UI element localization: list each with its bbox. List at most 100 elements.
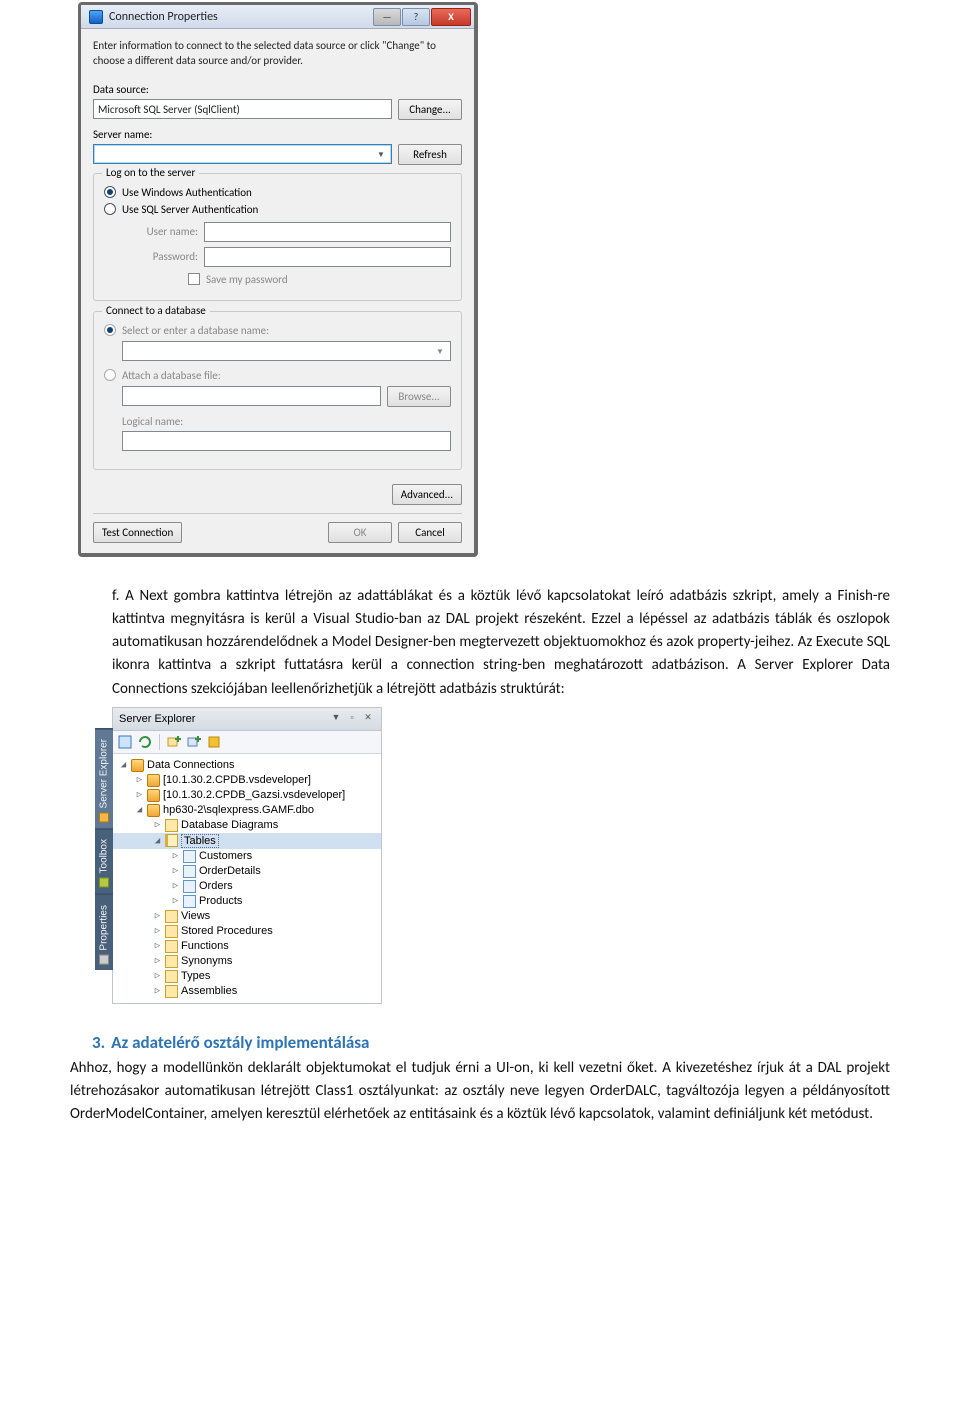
db-icon (147, 774, 160, 787)
folder-open-icon (165, 834, 178, 847)
stop-icon[interactable] (206, 734, 222, 750)
folder-icon (165, 985, 178, 998)
connect-db-group: Connect to a database Select or enter a … (93, 311, 462, 470)
node-conn-2[interactable]: ▷ [10.1.30.2.CPDB_Gazsi.vsdeveloper] (113, 788, 381, 803)
collapse-icon[interactable]: ◢ (135, 806, 144, 815)
expand-icon[interactable]: ▷ (135, 776, 144, 785)
change-button[interactable]: Change... (398, 99, 462, 120)
add-connection-icon[interactable] (166, 734, 182, 750)
logical-name-label: Logical name: (122, 415, 451, 428)
node-views[interactable]: ▷ Views (113, 909, 381, 924)
server-explorer-icon (99, 812, 109, 822)
add-server-icon[interactable] (186, 734, 202, 750)
table-icon (183, 850, 196, 863)
toolbox-icon (99, 878, 109, 888)
titlebar[interactable]: Connection Properties — ? X (81, 5, 474, 29)
logon-legend: Log on to the server (102, 166, 199, 179)
table-icon (183, 895, 196, 908)
folder-icon (165, 910, 178, 923)
app-icon (89, 10, 103, 24)
checkbox-icon (188, 273, 200, 285)
dialog-title: Connection Properties (109, 10, 372, 24)
node-types[interactable]: ▷ Types (113, 969, 381, 984)
data-source-input[interactable]: Microsoft SQL Server (SqlClient) (93, 99, 392, 119)
node-sp[interactable]: ▷ Stored Procedures (113, 924, 381, 939)
server-explorer-panel: Server Explorer Toolbox Properties Serve… (112, 707, 382, 1004)
radio-dot-icon (104, 203, 116, 215)
heading-3: 3. Az adatelérő osztály implementálása (70, 1032, 890, 1053)
chevron-down-icon[interactable]: ▼ (373, 147, 389, 163)
connect-legend: Connect to a database (102, 304, 210, 317)
node-data-connections[interactable]: ◢ Data Connections (113, 758, 381, 773)
heading-text: Az adatelérő osztály implementálása (111, 1032, 369, 1053)
radio-sql-auth[interactable]: Use SQL Server Authentication (104, 203, 451, 216)
browse-button: Browse... (387, 386, 451, 407)
cancel-button[interactable]: Cancel (398, 522, 462, 543)
radio-dot-selected-icon (104, 186, 116, 198)
folder-icon (165, 940, 178, 953)
dropdown-icon[interactable]: ▼ (329, 712, 343, 726)
expand-icon[interactable]: ▷ (153, 927, 162, 936)
table-icon (183, 880, 196, 893)
connect-icon[interactable] (117, 734, 133, 750)
node-assemblies[interactable]: ▷ Assemblies (113, 984, 381, 999)
logon-group: Log on to the server Use Windows Authent… (93, 173, 462, 301)
expand-icon[interactable]: ▷ (153, 942, 162, 951)
node-diagrams[interactable]: ▷ Database Diagrams (113, 818, 381, 833)
tree-view: ◢ Data Connections ▷ [10.1.30.2.CPDB.vsd… (113, 754, 381, 1003)
username-input (204, 222, 451, 242)
radio-dot-icon (104, 324, 116, 336)
heading-number: 3. (92, 1032, 105, 1053)
server-name-combo[interactable]: ▼ (93, 144, 392, 164)
help-button[interactable]: ? (402, 8, 430, 26)
database-name-combo: ▼ (122, 341, 451, 361)
ok-button: OK (328, 522, 392, 543)
db-icon (147, 789, 160, 802)
close-button[interactable]: X (431, 8, 471, 26)
radio-windows-auth[interactable]: Use Windows Authentication (104, 186, 451, 199)
server-name-label: Server name: (93, 128, 462, 141)
node-table-products[interactable]: ▷ Products (113, 894, 381, 909)
node-functions[interactable]: ▷ Functions (113, 939, 381, 954)
data-source-label: Data source: (93, 83, 462, 96)
radio-select-db: Select or enter a database name: (104, 324, 451, 337)
save-password-check: Save my password (188, 273, 451, 286)
expand-icon[interactable]: ▷ (153, 972, 162, 981)
expand-icon[interactable]: ▷ (171, 882, 180, 891)
expand-icon[interactable]: ▷ (153, 987, 162, 996)
node-synonyms[interactable]: ▷ Synonyms (113, 954, 381, 969)
node-tables[interactable]: ◢ Tables (113, 833, 381, 849)
node-conn-1[interactable]: ▷ [10.1.30.2.CPDB.vsdeveloper] (113, 773, 381, 788)
radio-attach-file: Attach a database file: (104, 369, 451, 382)
refresh-button[interactable]: Refresh (398, 144, 462, 165)
advanced-button[interactable]: Advanced... (392, 484, 462, 505)
expand-icon[interactable]: ▷ (171, 852, 180, 861)
refresh-icon[interactable] (137, 734, 153, 750)
connection-properties-dialog: Connection Properties — ? X Enter inform… (78, 2, 478, 557)
expand-icon[interactable]: ▷ (153, 821, 162, 830)
sidetab-toolbox[interactable]: Toolbox (95, 828, 113, 893)
node-table-customers[interactable]: ▷ Customers (113, 849, 381, 864)
collapse-icon[interactable]: ◢ (119, 761, 128, 770)
expand-icon[interactable]: ▷ (171, 897, 180, 906)
panel-title: Server Explorer ▼ ▫ ✕ (113, 708, 381, 731)
node-conn-3[interactable]: ◢ hp630-2\sqlexpress.GAMF.dbo (113, 803, 381, 818)
close-icon[interactable]: ✕ (361, 712, 375, 726)
radio-dot-icon (104, 369, 116, 381)
pin-icon[interactable]: ▫ (345, 712, 359, 726)
collapse-icon[interactable]: ◢ (153, 836, 162, 845)
expand-icon[interactable]: ▷ (153, 912, 162, 921)
sidetab-server-explorer[interactable]: Server Explorer (95, 728, 113, 828)
expand-icon[interactable]: ▷ (153, 957, 162, 966)
password-label: Password: (122, 247, 198, 267)
expand-icon[interactable]: ▷ (135, 791, 144, 800)
table-icon (183, 865, 196, 878)
intro-text: Enter information to connect to the sele… (93, 39, 462, 69)
test-connection-button[interactable]: Test Connection (93, 522, 182, 543)
minimize-button[interactable]: — (373, 8, 401, 26)
node-table-orders[interactable]: ▷ Orders (113, 879, 381, 894)
logical-name-input (122, 431, 451, 451)
expand-icon[interactable]: ▷ (171, 867, 180, 876)
node-table-orderdetails[interactable]: ▷ OrderDetails (113, 864, 381, 879)
sidetab-properties[interactable]: Properties (95, 894, 113, 971)
